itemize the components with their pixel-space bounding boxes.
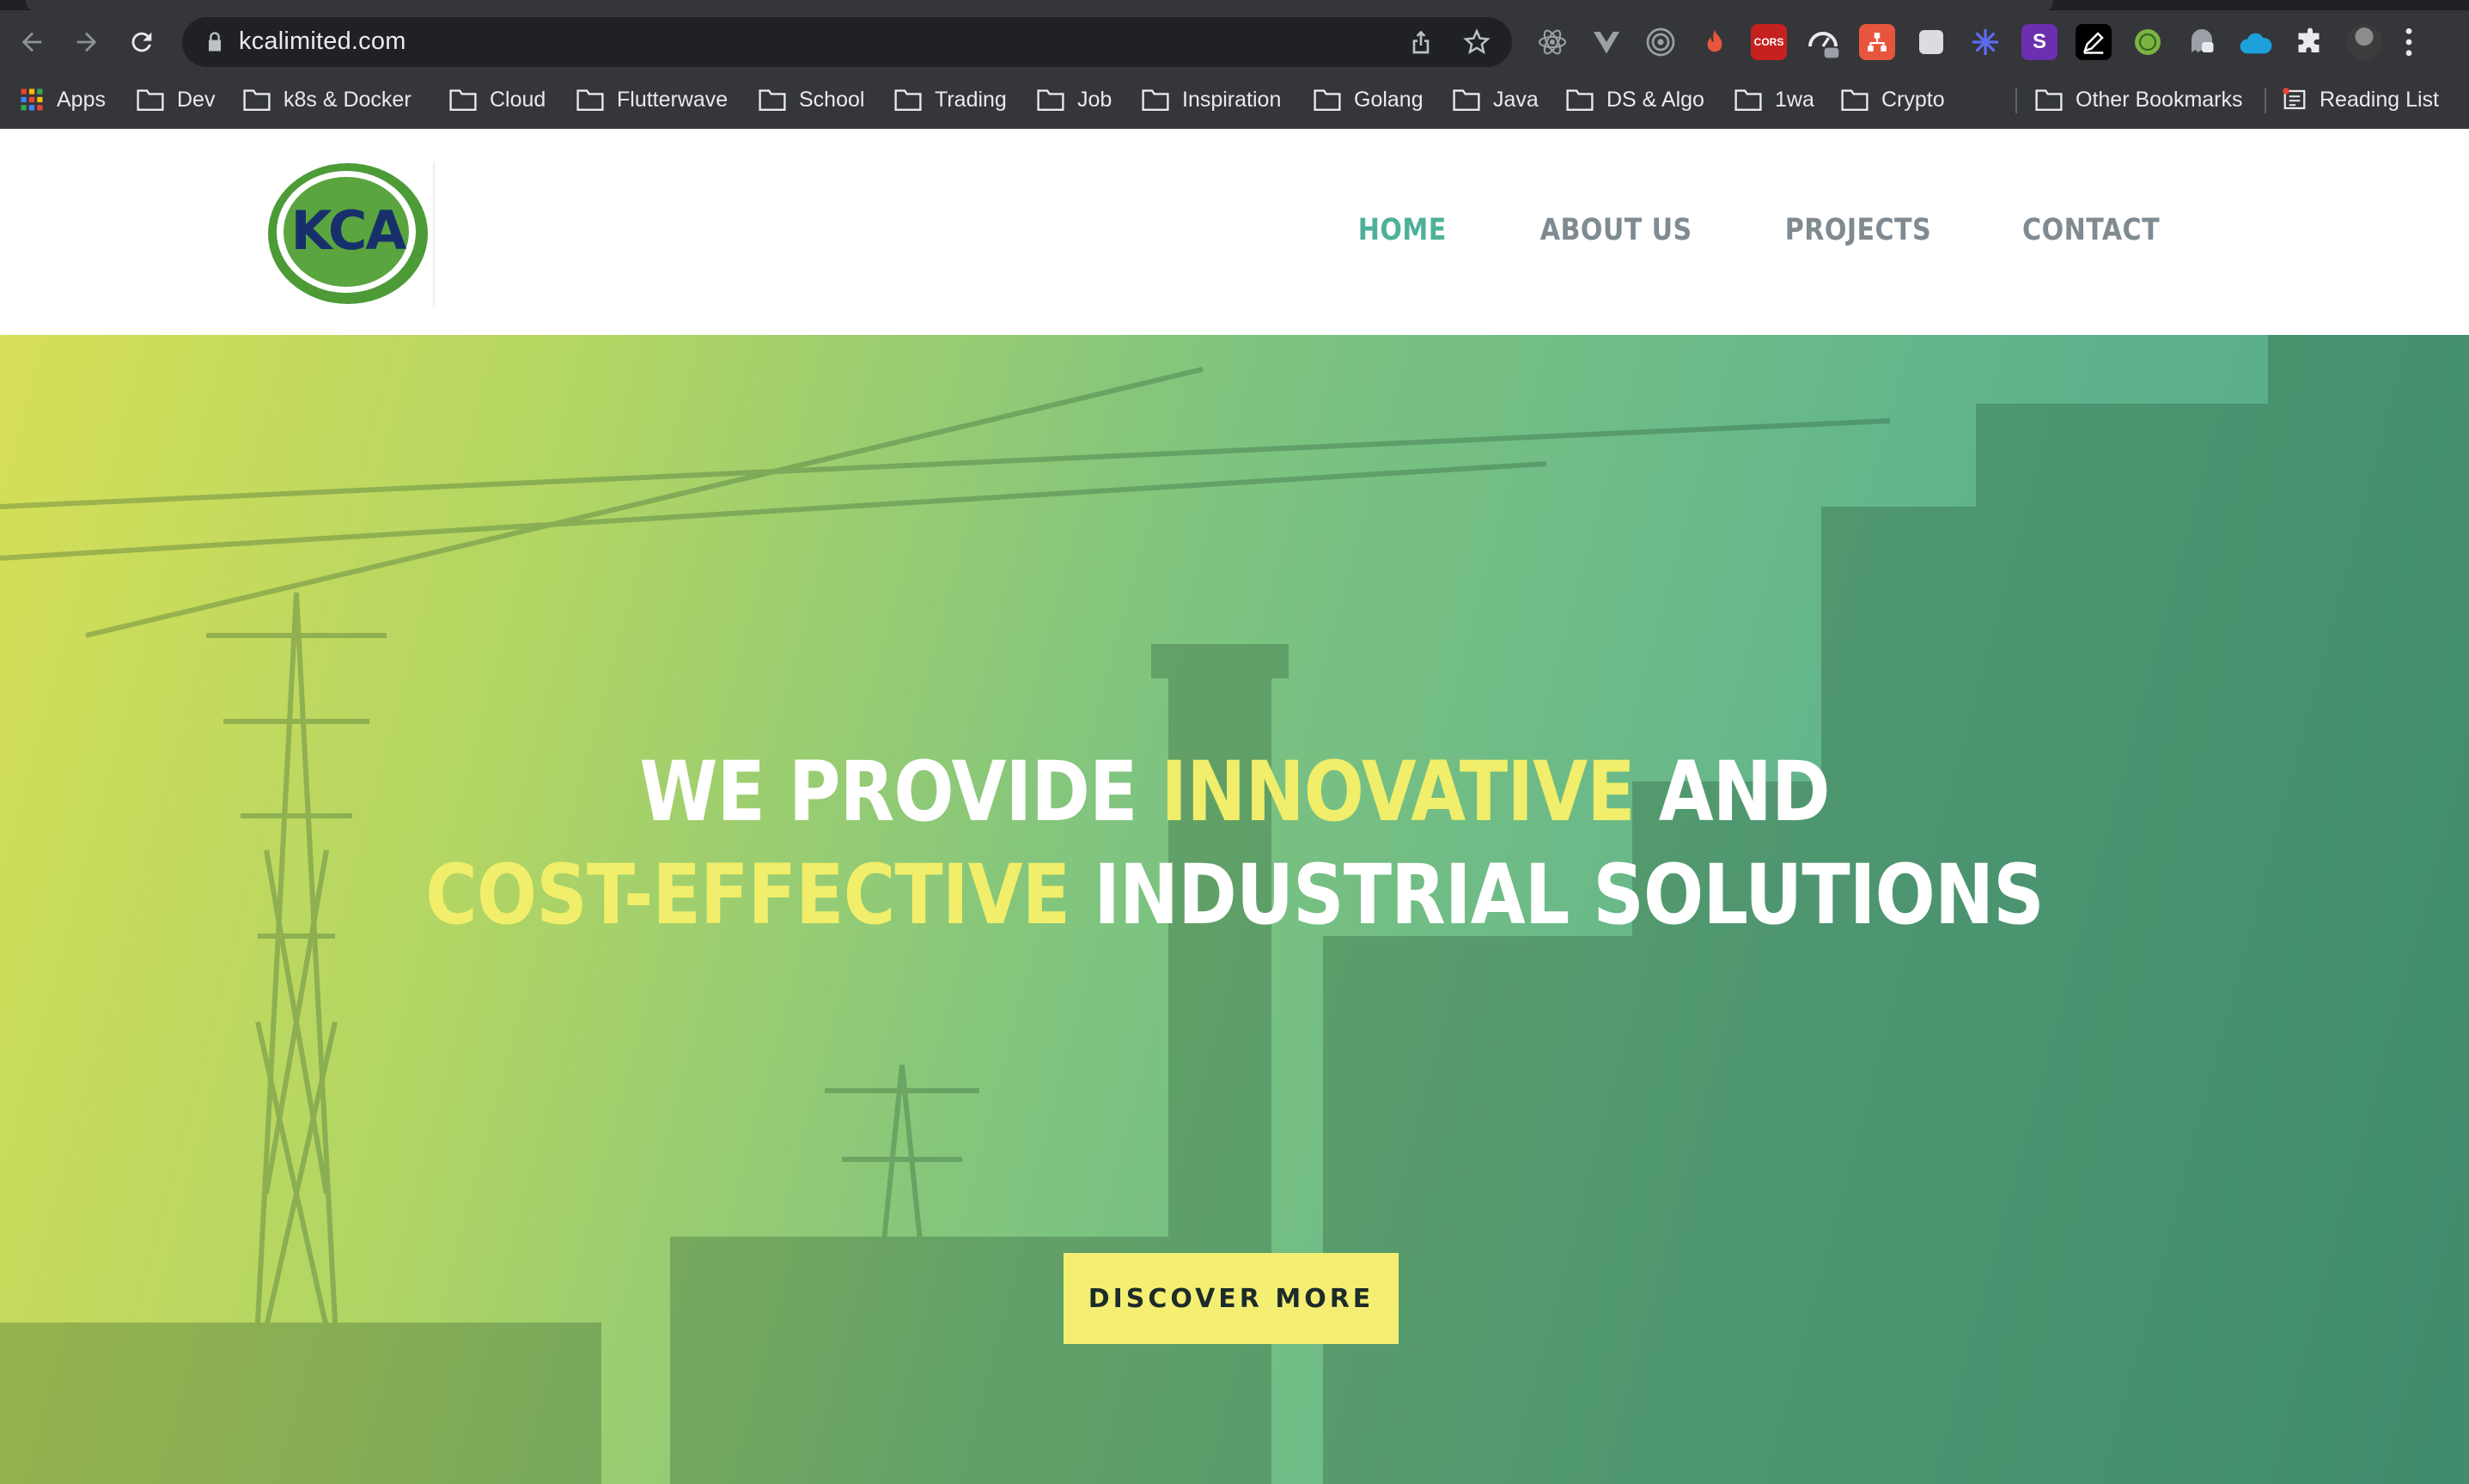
arrow-right-icon: [76, 32, 97, 52]
hero-section: WE PROVIDE INNOVATIVE AND COST-EFFECTIVE…: [0, 335, 2469, 1484]
share-icon[interactable]: [1407, 28, 1435, 56]
logo-text: KCA: [290, 199, 407, 262]
ghost-extension-icon[interactable]: [2184, 24, 2220, 60]
back-button[interactable]: [12, 22, 52, 62]
nav-about-us[interactable]: ABOUT US: [1540, 213, 1692, 247]
bookmark-apps[interactable]: Apps: [19, 82, 106, 117]
hero-headline: WE PROVIDE INNOVATIVE AND COST-EFFECTIVE…: [0, 740, 2469, 946]
react-devtools-icon[interactable]: [1534, 24, 1570, 60]
salesforce-cloud-icon[interactable]: [2238, 24, 2274, 60]
fire-extension-icon[interactable]: [1697, 24, 1733, 60]
folder-icon: [1142, 89, 1169, 111]
browser-chrome: kcalimited.com CORS S Apps Dev k8s & Doc…: [0, 0, 2469, 129]
nav-home[interactable]: HOME: [1358, 213, 1447, 247]
folder-icon: [1734, 89, 1762, 111]
folder-icon: [2035, 89, 2063, 111]
bookmark-folder-inspiration[interactable]: Inspiration: [1141, 82, 1281, 117]
bookmark-folder-k8s[interactable]: k8s & Docker: [242, 82, 412, 117]
bookmarks-divider: [2015, 88, 2017, 113]
folder-icon: [1314, 89, 1341, 111]
asterisk-extension-icon[interactable]: [1967, 24, 2003, 60]
profile-avatar[interactable]: [2346, 24, 2382, 60]
url-text[interactable]: kcalimited.com: [239, 27, 406, 56]
pen-extension-icon[interactable]: [2076, 24, 2112, 60]
bookmark-folder-job[interactable]: Job: [1036, 82, 1112, 117]
folder-icon: [1841, 89, 1869, 111]
folder-icon: [1566, 89, 1594, 111]
discover-more-button[interactable]: DISCOVER MORE: [1064, 1253, 1399, 1344]
bookmark-folder-1wa[interactable]: 1wa: [1734, 82, 1814, 117]
gauge-extension-icon[interactable]: [1805, 24, 1841, 60]
lock-icon: [209, 32, 221, 52]
main-navigation: HOME ABOUT US PROJECTS CONTACT: [1275, 213, 2160, 247]
bookmark-folder-school[interactable]: School: [758, 82, 864, 117]
bookmark-folder-ds-algo[interactable]: DS & Algo: [1565, 82, 1704, 117]
bookmark-folder-java[interactable]: Java: [1452, 82, 1539, 117]
folder-icon: [137, 89, 164, 111]
cors-extension-icon[interactable]: CORS: [1751, 24, 1787, 60]
browser-toolbar: kcalimited.com CORS S: [0, 10, 2469, 74]
bookmark-folder-crypto[interactable]: Crypto: [1840, 82, 1945, 117]
network-extension-icon[interactable]: [1859, 24, 1895, 60]
folder-icon: [243, 89, 271, 111]
vue-devtools-icon[interactable]: [1588, 24, 1625, 60]
reading-list-icon: [2283, 88, 2306, 110]
nav-contact[interactable]: CONTACT: [2022, 213, 2160, 247]
bookmark-star-icon[interactable]: [1462, 27, 1491, 57]
apps-grid-icon: [21, 88, 43, 111]
web-page: KCA HOME ABOUT US PROJECTS CONTACT WE PR…: [0, 129, 2469, 1484]
tab-strip: [0, 0, 2469, 10]
puzzle-icon[interactable]: [2292, 24, 2328, 60]
bookmarks-bar: Apps Dev k8s & Docker Cloud Flutterwave …: [0, 76, 2469, 124]
active-tab[interactable]: [26, 0, 2053, 10]
target-icon[interactable]: [1643, 24, 1679, 60]
s-extension-icon[interactable]: S: [2021, 24, 2058, 60]
folder-icon: [449, 89, 477, 111]
arrow-left-icon: [21, 32, 42, 52]
kebab-menu-icon[interactable]: [2400, 24, 2417, 60]
extension-bar: CORS S: [1534, 19, 2435, 65]
folder-icon: [759, 89, 786, 111]
folder-icon: [1037, 89, 1064, 111]
globe-extension-icon[interactable]: [2130, 24, 2166, 60]
bookmark-other[interactable]: Other Bookmarks: [2034, 82, 2243, 117]
bookmark-folder-cloud[interactable]: Cloud: [448, 82, 546, 117]
bookmarks-divider: [2265, 88, 2266, 113]
bookmark-folder-golang[interactable]: Golang: [1313, 82, 1423, 117]
address-bar[interactable]: kcalimited.com: [182, 17, 1512, 67]
hero-line-2: COST-EFFECTIVE INDUSTRIAL SOLUTIONS: [425, 847, 2045, 943]
folder-icon: [1453, 89, 1480, 111]
site-logo[interactable]: KCA: [266, 161, 435, 306]
logo-edge: [433, 161, 435, 306]
hero-line-1: WE PROVIDE INNOVATIVE AND: [639, 744, 1830, 840]
forward-button[interactable]: [67, 22, 107, 62]
reload-button[interactable]: [122, 22, 162, 62]
reading-list-button[interactable]: Reading List: [2282, 82, 2439, 117]
bookmark-folder-dev[interactable]: Dev: [136, 82, 215, 117]
folder-icon: [894, 89, 922, 111]
nav-projects[interactable]: PROJECTS: [1785, 213, 1931, 247]
bookmark-folder-trading[interactable]: Trading: [893, 82, 1007, 117]
reload-icon: [131, 32, 152, 52]
bookmark-folder-flutterwave[interactable]: Flutterwave: [576, 82, 728, 117]
folder-icon: [576, 89, 604, 111]
note-extension-icon[interactable]: [1913, 24, 1949, 60]
site-header: KCA HOME ABOUT US PROJECTS CONTACT: [0, 129, 2469, 335]
